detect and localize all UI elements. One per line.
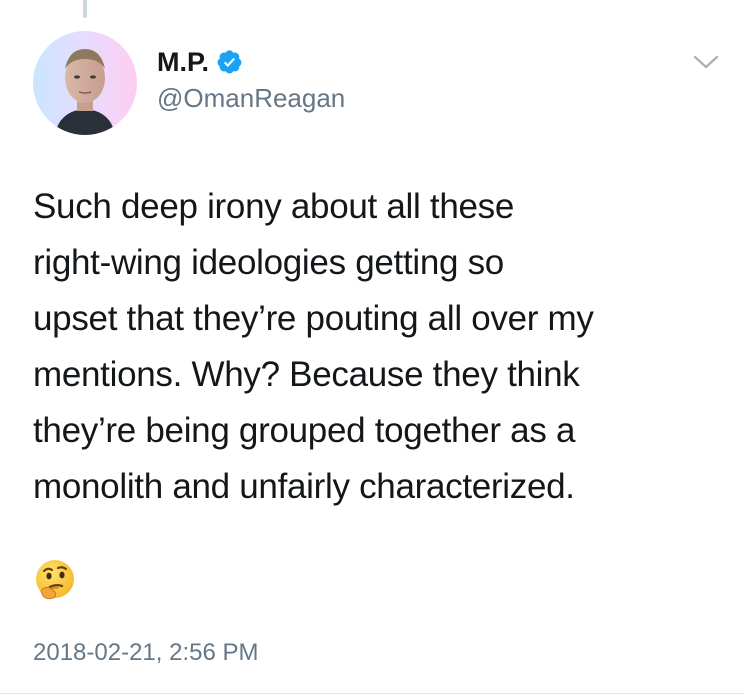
thread-connector-line	[83, 0, 87, 18]
chevron-down-icon[interactable]	[692, 52, 720, 72]
avatar[interactable]	[33, 31, 137, 135]
tweet-timestamp[interactable]: 2018-02-21, 2:56 PM	[33, 638, 258, 668]
tweet-text: Such deep irony about all these right-wi…	[33, 187, 594, 506]
author-name-text: M.P.	[157, 47, 210, 77]
divider	[0, 693, 744, 694]
thinking-face-icon	[33, 558, 77, 602]
author-handle[interactable]: @OmanReagan	[157, 82, 345, 114]
verified-badge-icon	[217, 49, 243, 75]
avatar-image	[33, 31, 137, 135]
author-name[interactable]: M.P.	[157, 46, 243, 78]
